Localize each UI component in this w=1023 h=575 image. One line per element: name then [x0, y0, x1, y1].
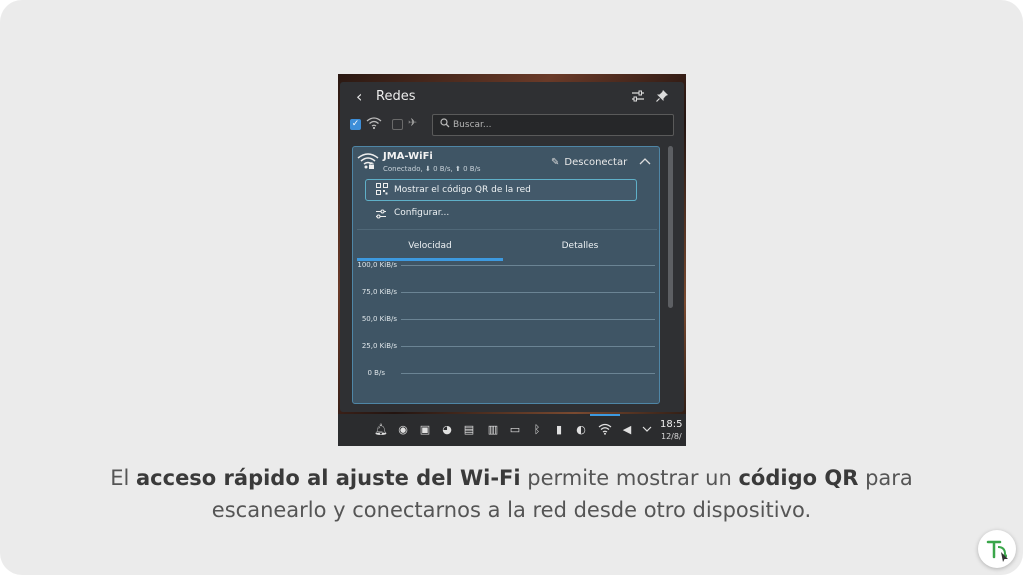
- caption-bold: acceso rápido al ajuste del Wi-Fi: [136, 466, 521, 490]
- axis-label-100: 100,0 KiB/s: [357, 261, 397, 269]
- notifications-bell-icon[interactable]: 🔔︎: [374, 423, 388, 437]
- show-qr-button[interactable]: Mostrar el código QR de la red: [365, 179, 637, 201]
- popup-title: Redes: [376, 89, 416, 104]
- usb-device-icon[interactable]: ▮: [552, 423, 566, 437]
- network-name: JMA-WiFi: [383, 151, 433, 162]
- grid-line: [401, 292, 655, 293]
- bluetooth-icon[interactable]: ᛒ: [530, 423, 544, 437]
- site-logo-icon[interactable]: [978, 530, 1016, 568]
- taskbar: 🔔︎ ◉ ▣ ◕ ▤ ▥ ▭ ᛒ ▮ ◐ ◀ 18:5 12/8/: [338, 414, 686, 446]
- updates-icon[interactable]: ◉: [396, 423, 410, 437]
- active-tray-indicator: [590, 414, 620, 416]
- configure-label: Configurar...: [394, 208, 450, 218]
- tab-detalles[interactable]: Detalles: [507, 237, 653, 261]
- clipboard-icon[interactable]: ▥: [486, 423, 500, 437]
- airplane-filter-checkbox[interactable]: [392, 119, 403, 130]
- wifi-icon: [366, 116, 382, 133]
- divider: [357, 229, 657, 230]
- speed-graph: 100,0 KiB/s 75,0 KiB/s 50,0 KiB/s 25,0 K…: [353, 261, 661, 401]
- chevron-down-icon[interactable]: [640, 423, 654, 437]
- axis-label-25: 25,0 KiB/s: [361, 342, 397, 350]
- back-arrow-icon[interactable]: ‹: [356, 88, 362, 106]
- clock-date: 12/8/: [661, 432, 682, 441]
- disconnect-label: Desconectar: [564, 157, 628, 168]
- battery-icon[interactable]: ▭: [508, 423, 522, 437]
- disconnect-plug-icon: ✎: [551, 157, 560, 168]
- caption-bold: código QR: [738, 466, 859, 490]
- caption-text: permite mostrar un: [520, 466, 739, 490]
- search-icon: [440, 118, 450, 131]
- wifi-filter-checkbox[interactable]: ✓: [350, 119, 361, 130]
- search-input[interactable]: [453, 118, 663, 132]
- airplane-mode-icon: ✈: [408, 116, 418, 129]
- configure-sliders-icon: [375, 208, 387, 223]
- wifi-secured-icon: [357, 151, 379, 173]
- grid-line: [401, 373, 655, 374]
- disconnect-button[interactable]: ✎ Desconectar: [551, 157, 627, 168]
- networks-popup: ‹ Redes ✓ ✈ Buscar... JMA-WiFi Conectado…: [340, 82, 684, 412]
- volume-icon[interactable]: ◀: [620, 423, 634, 437]
- search-field[interactable]: [432, 114, 674, 136]
- axis-label-0: 0 B/s: [367, 369, 386, 377]
- chevron-up-icon[interactable]: [639, 155, 651, 168]
- tab-velocidad[interactable]: Velocidad: [357, 237, 503, 261]
- axis-label-75: 75,0 KiB/s: [361, 288, 397, 296]
- grid-line: [401, 265, 655, 266]
- grid-line: [401, 319, 655, 320]
- caption: El acceso rápido al ajuste del Wi-Fi per…: [100, 462, 923, 526]
- axis-label-50: 50,0 KiB/s: [361, 315, 397, 323]
- settings-sliders-icon[interactable]: [630, 89, 646, 105]
- steam-icon[interactable]: ◕: [440, 423, 454, 437]
- qr-code-icon: [376, 183, 388, 198]
- screenshot: ‹ Redes ✓ ✈ Buscar... JMA-WiFi Conectado…: [338, 74, 686, 446]
- scrollbar[interactable]: [668, 146, 673, 308]
- configure-button[interactable]: Configurar...: [365, 205, 485, 223]
- clock-time[interactable]: 18:5: [660, 419, 682, 430]
- display-icon[interactable]: ▣: [418, 423, 432, 437]
- network-status: Conectado, ⬇ 0 B/s, ⬆ 0 B/s: [383, 165, 481, 173]
- network-item-jma-wifi[interactable]: JMA-WiFi Conectado, ⬇ 0 B/s, ⬆ 0 B/s ✎ De…: [352, 146, 660, 404]
- show-qr-label: Mostrar el código QR de la red: [394, 185, 531, 195]
- grid-line: [401, 346, 655, 347]
- wifi-tray-icon[interactable]: [598, 423, 612, 437]
- caption-text: El: [110, 466, 136, 490]
- disk-icon[interactable]: ▤: [462, 423, 476, 437]
- pin-icon[interactable]: [654, 89, 670, 105]
- microphone-icon[interactable]: ◐: [574, 423, 588, 437]
- slide-card: ‹ Redes ✓ ✈ Buscar... JMA-WiFi Conectado…: [0, 0, 1023, 575]
